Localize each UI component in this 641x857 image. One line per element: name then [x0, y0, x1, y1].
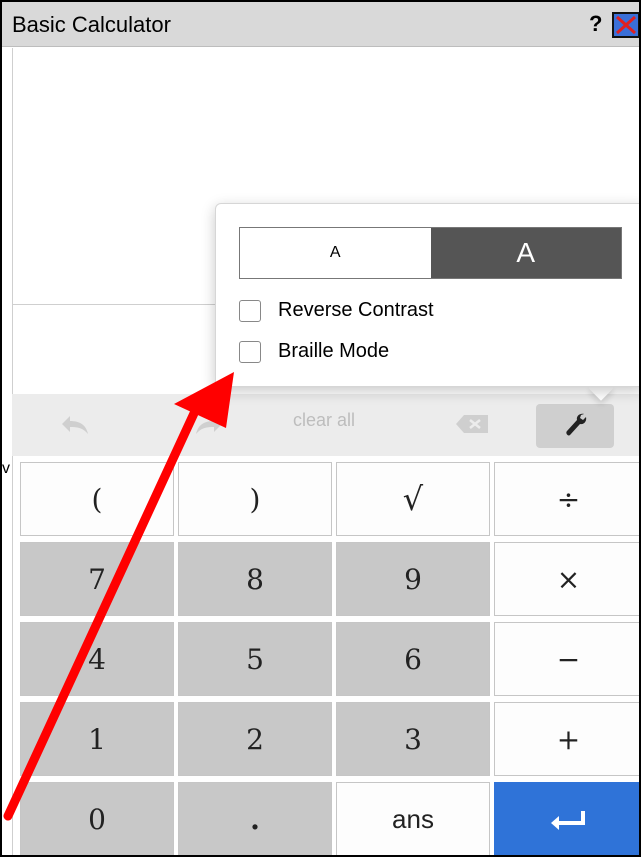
calculator-window: Basic Calculator ? v clear all () √ ÷ 7…	[0, 0, 641, 857]
annotation-arrow	[3, 372, 234, 821]
